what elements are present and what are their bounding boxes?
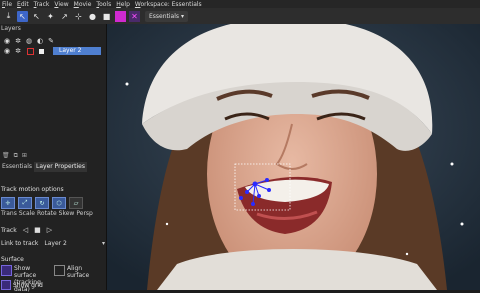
arrow-icon[interactable]: ↖ xyxy=(17,10,28,22)
save-icon[interactable]: ⤓ xyxy=(3,11,14,22)
motion-buttons: ✛ ⤢ ↻ ⬡ ▱ xyxy=(1,197,86,209)
wand-icon[interactable]: ✦ xyxy=(45,11,56,22)
layer-row[interactable]: ◉ ✲ Layer 2 xyxy=(0,46,106,56)
add-icon[interactable]: ⊞ xyxy=(22,152,27,160)
mask-x-icon[interactable]: ✕ xyxy=(129,10,140,22)
mask-icon[interactable]: ◍ xyxy=(25,37,33,45)
motion-label: Rotate xyxy=(37,210,57,217)
track-controls: Track ◁ ■ ▷ xyxy=(1,226,58,234)
menu-view[interactable]: View xyxy=(54,1,68,8)
eye-icon[interactable]: ◉ xyxy=(3,47,11,55)
tab-layer-properties[interactable]: Layer Properties xyxy=(34,162,87,172)
chevron-down-icon[interactable]: ▾ xyxy=(102,240,105,247)
circle-icon[interactable]: ● xyxy=(87,11,98,22)
contrast-icon[interactable]: ◐ xyxy=(36,37,44,45)
menu-track[interactable]: Track xyxy=(34,1,50,8)
menu-movie[interactable]: Movie xyxy=(74,1,92,8)
link-label: Link to track xyxy=(1,240,39,247)
pointer-icon[interactable]: ↗ xyxy=(59,11,70,22)
transform-icon[interactable]: ⊹ xyxy=(73,11,84,22)
pen-icon[interactable]: ✎ xyxy=(47,37,55,45)
scale-toggle[interactable]: ⤢ xyxy=(18,197,32,209)
trash-icon[interactable]: 🗑 xyxy=(2,152,10,160)
track-backward-icon[interactable]: ◁ xyxy=(23,226,28,234)
viewer-canvas[interactable] xyxy=(107,24,480,290)
align-surface-icon[interactable] xyxy=(54,265,65,276)
show-grid-row: Show grid xyxy=(1,280,43,290)
gear-icon[interactable]: ✲ xyxy=(14,47,22,55)
rotate-toggle[interactable]: ↻ xyxy=(35,197,49,209)
layer-color-icon[interactable] xyxy=(39,48,44,54)
show-surface-icon[interactable] xyxy=(1,265,12,276)
motion-label: Trans xyxy=(1,210,17,217)
tab-essentials[interactable]: Essentials xyxy=(0,162,34,172)
motion-label: Scale xyxy=(18,210,36,217)
track-label: Track xyxy=(1,226,17,234)
align-surface-label[interactable]: Align surface xyxy=(67,265,103,293)
layer-name[interactable]: Layer 2 xyxy=(53,47,101,55)
menu-workspace[interactable]: Workspace: Essentials xyxy=(135,1,202,8)
select-icon[interactable]: ↖ xyxy=(31,11,42,22)
layers-footer: 🗑 ⧉ ⊞ xyxy=(2,152,31,160)
motion-label: Persp xyxy=(76,210,93,217)
copy-icon[interactable]: ⧉ xyxy=(14,152,18,160)
motion-title: Track motion options xyxy=(1,186,64,193)
skew-toggle[interactable]: ⬡ xyxy=(52,197,66,209)
trans-toggle[interactable]: ✛ xyxy=(1,197,15,209)
motion-labels: Trans Scale Rotate Skew Persp xyxy=(1,210,95,217)
stop-icon[interactable]: ■ xyxy=(34,226,41,234)
show-grid-icon[interactable] xyxy=(1,280,11,290)
magenta-square-icon[interactable] xyxy=(115,10,126,22)
layers-title: Layers xyxy=(1,25,21,32)
track-forward-icon[interactable]: ▷ xyxy=(47,226,52,234)
gear-icon[interactable]: ✲ xyxy=(14,37,22,45)
square-icon[interactable]: ■ xyxy=(101,11,112,22)
menu-tools[interactable]: Tools xyxy=(96,1,111,8)
workspace-label: Essentials xyxy=(149,12,180,20)
toolbar: ⤓ ↖ ↖ ✦ ↗ ⊹ ● ■ ✕ Essentials ▾ xyxy=(0,8,480,24)
link-select[interactable]: Layer 2 xyxy=(44,240,102,247)
menu-edit[interactable]: Edit xyxy=(17,1,29,8)
motion-label: Skew xyxy=(58,210,75,217)
menu-bar: File Edit Track View Movie Tools Help Wo… xyxy=(0,0,480,8)
workspace-dropdown[interactable]: Essentials ▾ xyxy=(145,10,188,22)
menu-file[interactable]: File xyxy=(2,1,12,8)
left-panel: Layers ◉ ✲ ◍ ◐ ✎ ◉ ✲ Layer 2 🗑 ⧉ ⊞ Essen… xyxy=(0,24,107,293)
surface-title: Surface xyxy=(1,256,24,263)
video-frame xyxy=(107,24,480,290)
layers-header: ◉ ✲ ◍ ◐ ✎ xyxy=(0,36,106,46)
panel-tabs: Essentials Layer Properties xyxy=(0,162,106,172)
menu-help[interactable]: Help xyxy=(116,1,130,8)
mask-color-icon[interactable] xyxy=(27,47,34,55)
eye-icon[interactable]: ◉ xyxy=(3,37,11,45)
show-grid-label[interactable]: Show grid xyxy=(13,282,43,289)
persp-toggle[interactable]: ▱ xyxy=(69,197,83,209)
link-to-track: Link to track Layer 2 ▾ xyxy=(1,240,105,247)
